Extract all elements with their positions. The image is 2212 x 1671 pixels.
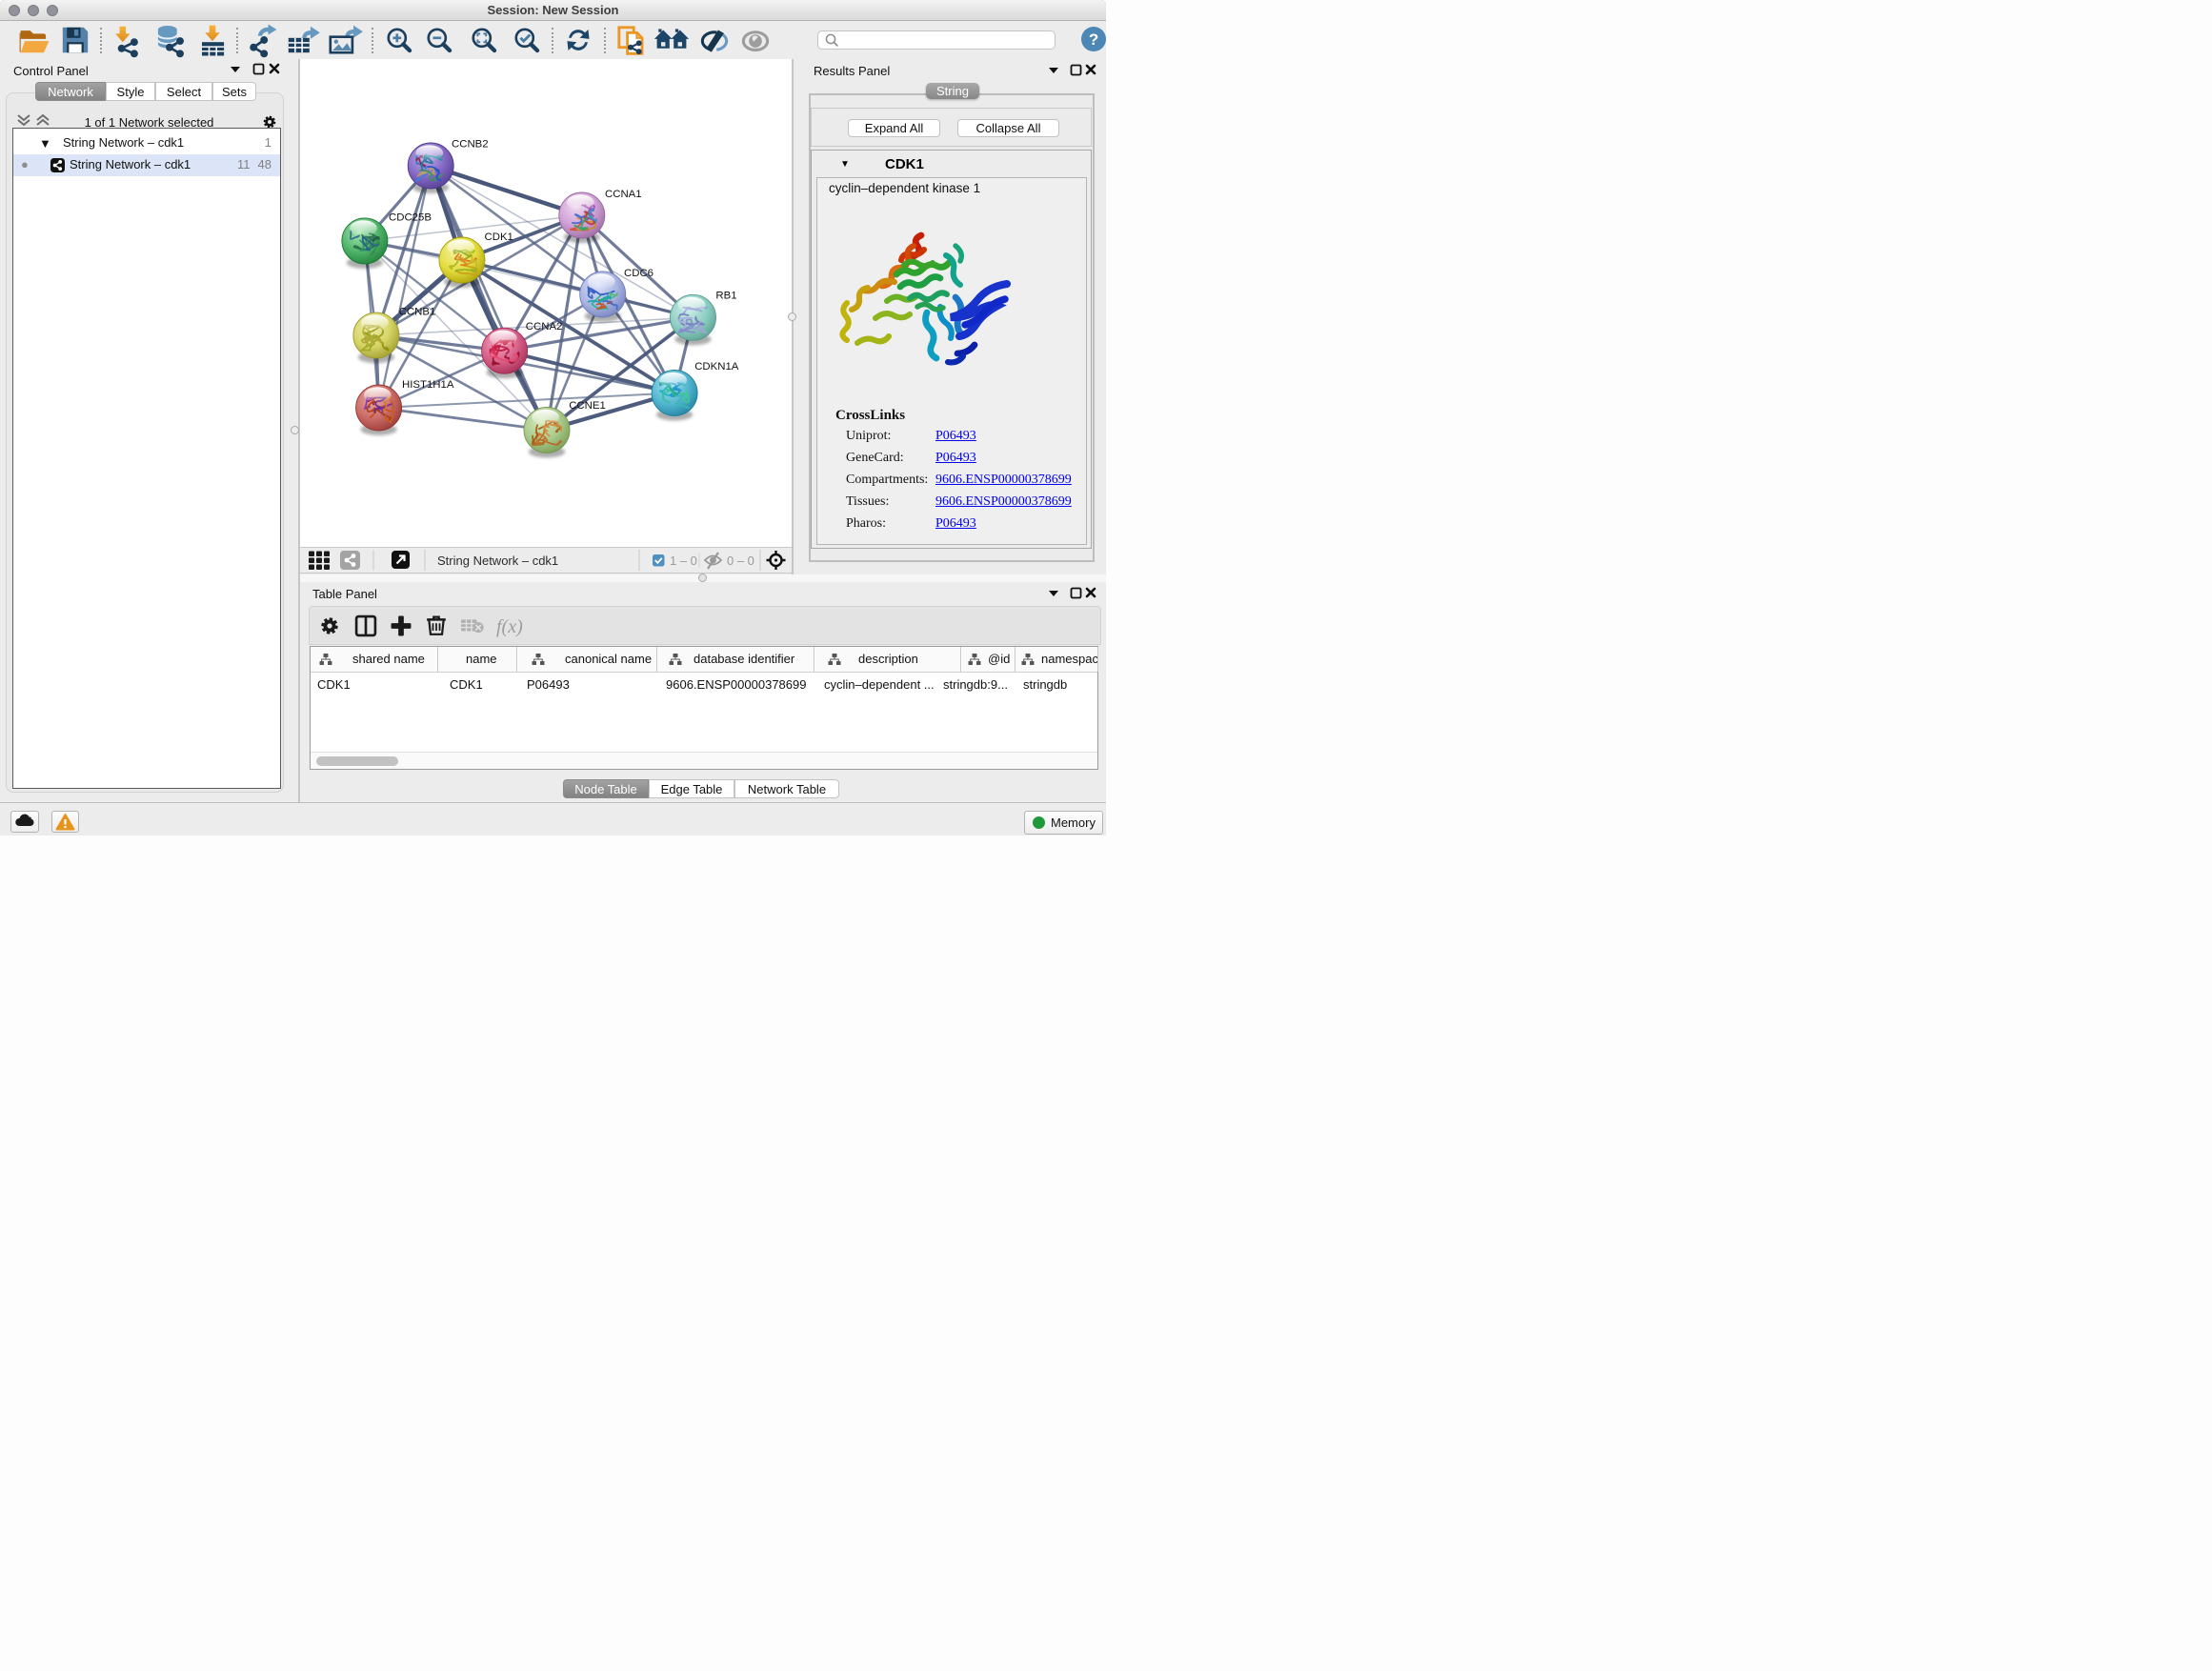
svg-text:CCNE1: CCNE1 <box>569 400 606 412</box>
svg-text:CCNB1: CCNB1 <box>399 307 436 318</box>
svg-text:CDKN1A: CDKN1A <box>694 361 739 372</box>
svg-text:CDC25B: CDC25B <box>389 212 432 224</box>
svg-text:String Network – cdk1: String Network – cdk1 <box>437 554 558 568</box>
svg-text:0 – 0: 0 – 0 <box>727 554 754 568</box>
svg-text:HIST1H1A: HIST1H1A <box>402 379 454 391</box>
svg-text:f(x): f(x) <box>496 616 523 637</box>
svg-text:CCNA2: CCNA2 <box>526 321 563 332</box>
svg-text:1 – 0: 1 – 0 <box>670 554 697 568</box>
svg-text:CDK1: CDK1 <box>485 232 513 243</box>
svg-text:RB1: RB1 <box>715 291 736 302</box>
svg-text:?: ? <box>1089 30 1098 49</box>
svg-text:CCNA1: CCNA1 <box>605 189 642 200</box>
svg-text:CDC6: CDC6 <box>624 268 654 279</box>
svg-text:CCNB2: CCNB2 <box>452 139 489 151</box>
